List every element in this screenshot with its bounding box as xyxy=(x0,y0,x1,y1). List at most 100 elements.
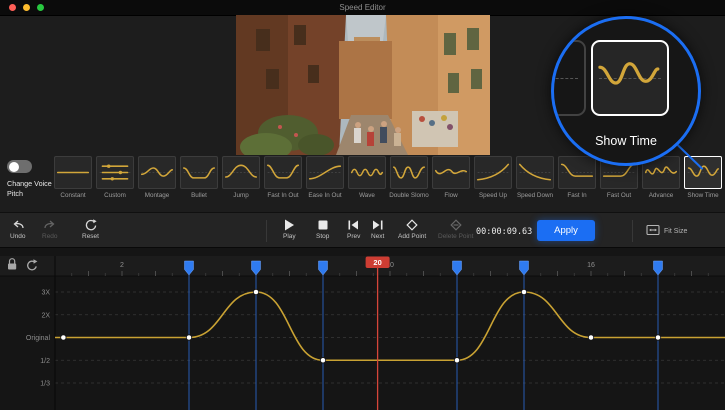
delete-point-icon xyxy=(450,218,462,231)
zoom-button[interactable] xyxy=(37,4,44,11)
timeline-ruler[interactable] xyxy=(0,256,725,276)
apply-button[interactable]: Apply xyxy=(537,220,595,241)
preview-image xyxy=(236,15,490,155)
voice-pitch-label: Change Voice Pitch xyxy=(7,179,53,198)
preset-label: Advance xyxy=(649,192,674,199)
preset-label: Speed Up xyxy=(479,192,507,199)
title-bar: Speed Editor xyxy=(0,0,725,16)
prev-frame-button[interactable]: Prev xyxy=(347,218,360,240)
curve-control-point[interactable] xyxy=(588,335,593,340)
prev-icon xyxy=(348,218,359,231)
preset-label: Show Time xyxy=(687,192,718,199)
speed-level-label: Original xyxy=(26,335,51,342)
stop-icon xyxy=(318,218,328,231)
curve-control-point[interactable] xyxy=(186,335,191,340)
preset-label: Custom xyxy=(104,192,126,199)
montage-curve-icon xyxy=(138,156,176,189)
curve-control-point[interactable] xyxy=(655,335,660,340)
speed-level-label: 3X xyxy=(41,290,50,297)
preset-fast-in[interactable]: Fast In xyxy=(557,156,597,199)
speed-up-curve-icon xyxy=(474,156,512,189)
reset-icon xyxy=(84,218,97,231)
preset-jump[interactable]: Jump xyxy=(221,156,261,199)
redo-button[interactable]: Redo xyxy=(42,218,58,240)
flow-curve-icon xyxy=(432,156,470,189)
close-button[interactable] xyxy=(9,4,16,11)
preset-label: Fast In Out xyxy=(267,192,298,199)
preset-speed-up[interactable]: Speed Up xyxy=(473,156,513,199)
toolbar-divider-right xyxy=(632,220,633,242)
preset-label: Wave xyxy=(359,192,375,199)
curve-control-point[interactable] xyxy=(253,289,258,294)
speed-down-curve-icon xyxy=(516,156,554,189)
ruler-number: 2 xyxy=(120,262,124,269)
add-point-icon xyxy=(406,218,418,231)
fit-size-button[interactable]: Fit Size xyxy=(646,224,687,238)
preset-label: Flow xyxy=(444,192,457,199)
curve-control-point[interactable] xyxy=(521,289,526,294)
fast-in-curve-icon xyxy=(558,156,596,189)
preset-label: Montage xyxy=(145,192,170,199)
delete-point-button[interactable]: Delete Point xyxy=(438,218,473,240)
preset-custom[interactable]: Custom xyxy=(95,156,135,199)
wave-curve-icon xyxy=(348,156,386,189)
next-frame-button[interactable]: Next xyxy=(371,218,384,240)
preset-fast-in-out[interactable]: Fast In Out xyxy=(263,156,303,199)
speed-level-label: 1/3 xyxy=(40,381,50,388)
window-title: Speed Editor xyxy=(0,0,725,15)
custom-curve-icon xyxy=(96,156,134,189)
show-time-zoomed-tile xyxy=(591,40,669,116)
preset-label: Double Slomo xyxy=(389,192,429,199)
reset-button[interactable]: Reset xyxy=(82,218,99,240)
undo-button[interactable]: Undo xyxy=(10,218,26,240)
curve-control-point[interactable] xyxy=(61,335,66,340)
preset-show-time[interactable]: Show Time xyxy=(683,156,723,199)
preset-label: Jump xyxy=(233,192,248,199)
playhead-badge-label: 20 xyxy=(373,258,381,267)
speed-timeline[interactable]: 246810121416183X2XOriginal1/21/320 xyxy=(0,248,725,410)
fit-size-label: Fit Size xyxy=(664,228,687,235)
minimize-button[interactable] xyxy=(23,4,30,11)
preset-montage[interactable]: Montage xyxy=(137,156,177,199)
preset-ease-in-out[interactable]: Ease In Out xyxy=(305,156,345,199)
preset-constant[interactable]: Constant xyxy=(53,156,93,199)
jump-curve-icon xyxy=(222,156,260,189)
preset-flow[interactable]: Flow xyxy=(431,156,471,199)
ruler-number: 16 xyxy=(587,262,595,269)
double-slomo-curve-icon xyxy=(390,156,428,189)
preset-label: Fast Out xyxy=(607,192,631,199)
preset-double-slomo[interactable]: Double Slomo xyxy=(389,156,429,199)
ease-in-out-curve-icon xyxy=(306,156,344,189)
preset-label: Fast In xyxy=(567,192,586,199)
preset-label: Ease In Out xyxy=(308,192,341,199)
undo-icon xyxy=(11,218,25,231)
adjacent-preset-ghost xyxy=(551,40,586,116)
preset-bullet[interactable]: Bullet xyxy=(179,156,219,199)
constant-curve-icon xyxy=(54,156,92,189)
preset-label: Bullet xyxy=(191,192,207,199)
play-icon xyxy=(284,218,295,231)
preset-speed-down[interactable]: Speed Down xyxy=(515,156,555,199)
preset-wave[interactable]: Wave xyxy=(347,156,387,199)
show-time-curve-icon xyxy=(593,45,663,107)
preset-label: Speed Down xyxy=(517,192,553,199)
bullet-curve-icon xyxy=(180,156,218,189)
toolbar-divider xyxy=(266,220,267,242)
change-voice-pitch-toggle[interactable] xyxy=(7,160,32,173)
curve-control-point[interactable] xyxy=(320,358,325,363)
speed-curve[interactable] xyxy=(55,292,725,360)
video-preview xyxy=(236,15,490,155)
speed-editor-window: Speed Editor xyxy=(0,0,725,410)
speed-level-label: 2X xyxy=(41,312,50,319)
curve-control-point[interactable] xyxy=(454,358,459,363)
play-button[interactable]: Play xyxy=(283,218,296,240)
magnifier-label: Show Time xyxy=(554,134,698,148)
show-time-magnifier-callout: Show Time xyxy=(551,16,701,166)
voice-pitch-block: Change Voice Pitch xyxy=(7,160,53,198)
stop-button[interactable]: Stop xyxy=(316,218,329,240)
add-point-button[interactable]: Add Point xyxy=(398,218,426,240)
show-time-curve-icon xyxy=(684,156,722,189)
fit-size-icon xyxy=(646,224,660,238)
timecode-display: 00:00:09.63 xyxy=(476,227,532,237)
fast-in-out-curve-icon xyxy=(264,156,302,189)
